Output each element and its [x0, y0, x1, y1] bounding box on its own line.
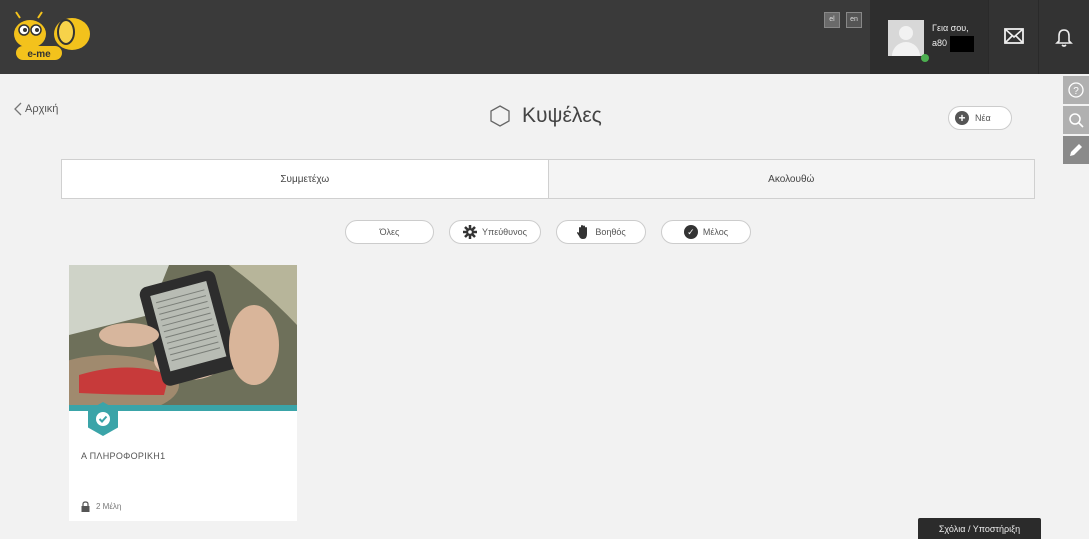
back-link[interactable]: Αρχική [14, 102, 58, 116]
help-rail-button[interactable]: ? [1063, 76, 1089, 104]
bell-icon [1055, 29, 1073, 47]
hand-icon [577, 225, 588, 239]
e-me-logo[interactable]: e-me [10, 10, 90, 65]
filter-all[interactable]: Όλες [345, 220, 434, 244]
greeting-text: Γεια σου, [932, 23, 969, 33]
lock-icon [81, 501, 90, 512]
top-bar: e-me el en Γεια σου, a80 [0, 0, 1089, 74]
tab-participate[interactable]: Συμμετέχω [62, 160, 548, 198]
user-menu[interactable]: Γεια σου, a80 [870, 0, 988, 74]
hive-title[interactable]: Α ΠΛΗΡΟΦΟΡΙΚΗ1 [81, 451, 165, 461]
hexagon-icon [490, 105, 510, 127]
new-hive-button-label: Νέα [975, 113, 991, 123]
avatar[interactable] [888, 20, 924, 56]
notifications-button[interactable] [1038, 0, 1089, 74]
page-title: Κυψέλες [488, 104, 602, 128]
language-en-button[interactable]: en [846, 12, 862, 28]
tab-follow[interactable]: Ακολουθώ [547, 160, 1034, 198]
question-icon: ? [1068, 82, 1084, 98]
pencil-icon [1070, 144, 1082, 156]
hive-cover-image [69, 265, 297, 405]
member-role-badge [85, 401, 121, 442]
hive-members: 2 Μέλη [81, 501, 121, 512]
filter-owner-label: Υπεύθυνος [482, 227, 527, 237]
side-tool-rail: ? [1063, 76, 1089, 166]
language-el-button[interactable]: el [824, 12, 840, 28]
page-title-text: Κυψέλες [522, 104, 602, 127]
filter-all-label: Όλες [379, 227, 400, 237]
new-hive-button[interactable]: + Νέα [948, 106, 1012, 130]
check-hexagon-icon [88, 402, 118, 436]
filter-assistant-label: Βοηθός [595, 227, 626, 237]
feedback-support-button[interactable]: Σχόλια / Υποστήριξη [918, 518, 1041, 539]
username-text: a80 [932, 38, 948, 48]
check-icon: ✓ [683, 225, 698, 239]
hive-members-count: 2 Μέλη [96, 502, 122, 511]
tab-participate-label: Συμμετέχω [280, 173, 330, 185]
mail-icon [1004, 28, 1024, 44]
tab-follow-label: Ακολουθώ [768, 173, 815, 185]
back-link-label: Αρχική [25, 103, 59, 115]
plus-icon: + [955, 111, 969, 125]
filter-member-label: Μέλος [702, 227, 729, 237]
messages-button[interactable] [988, 0, 1038, 74]
tabs: Συμμετέχω Ακολουθώ [61, 159, 1035, 199]
filter-member[interactable]: ✓ Μέλος [661, 220, 751, 244]
online-status-dot [921, 54, 929, 62]
chevron-left-icon [14, 102, 22, 116]
filter-assistant[interactable]: Βοηθός [556, 220, 646, 244]
search-rail-button[interactable] [1063, 106, 1089, 134]
svg-text:?: ? [1073, 86, 1079, 97]
hive-card[interactable]: Α ΠΛΗΡΟΦΟΡΙΚΗ1 2 Μέλη [69, 265, 297, 521]
feedback-support-label: Σχόλια / Υποστήριξη [938, 523, 1021, 534]
filter-owner[interactable]: Υπεύθυνος [449, 220, 541, 244]
gear-icon [463, 225, 478, 239]
avatar-head-shape [899, 26, 913, 40]
edit-rail-button[interactable] [1063, 136, 1089, 164]
search-icon [1069, 113, 1084, 128]
redacted-name-block [950, 36, 974, 52]
avatar-body-shape [892, 42, 920, 56]
logo-text: e-me [27, 49, 51, 60]
